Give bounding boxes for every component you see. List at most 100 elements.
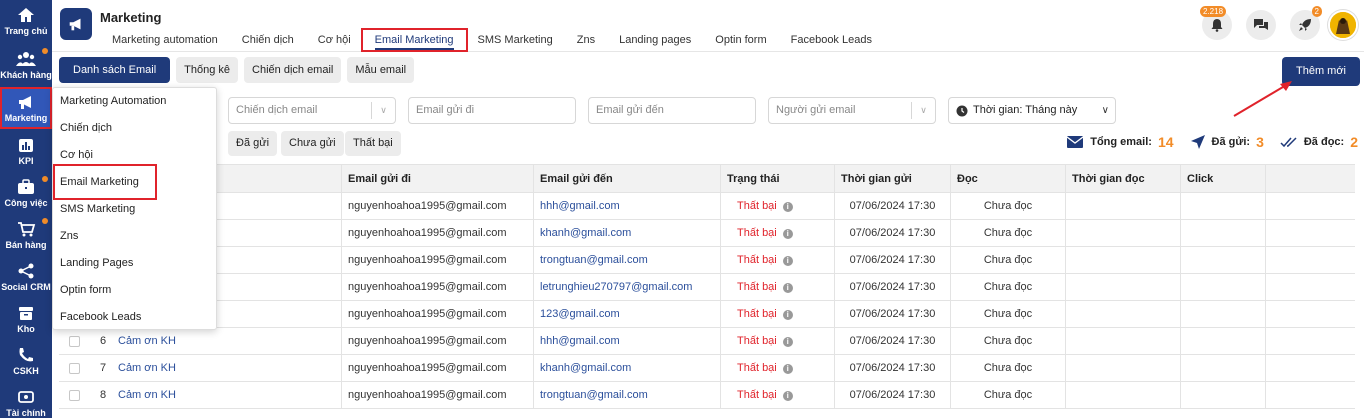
notification-dot [42, 176, 48, 182]
col-header-sent-time[interactable]: Thời gian gửi [835, 165, 951, 192]
sidebar-item-home[interactable]: Trang chủ [0, 0, 52, 46]
chat-button[interactable] [1246, 10, 1276, 40]
tab-optin-form[interactable]: Optin form [703, 30, 778, 50]
filter-not-sent[interactable]: Chưa gửi [281, 131, 344, 156]
row-to-email[interactable]: hhh@gmail.com [534, 328, 721, 354]
tab-landing-pages[interactable]: Landing pages [607, 30, 703, 50]
row-status-text: Thất bại [737, 227, 777, 239]
info-icon[interactable]: i [782, 310, 793, 320]
row-to-email[interactable]: letrunghieu270797@gmail.com [534, 274, 721, 300]
info-icon[interactable]: i [782, 391, 793, 401]
table-row[interactable]: nguyenhoahoa1995@gmail.com trongtuan@gmai… [59, 247, 1355, 274]
info-icon[interactable]: i [782, 202, 793, 212]
tab-opportunities[interactable]: Cơ hội [306, 30, 363, 50]
table-row[interactable]: nguyenhoahoa1995@gmail.com khanh@gmail.co… [59, 220, 1355, 247]
menu-item-facebook-leads[interactable]: Facebook Leads [53, 304, 218, 331]
row-read-time [1066, 355, 1181, 381]
row-read-status: Chưa đọc [951, 193, 1066, 219]
info-icon[interactable]: i [782, 256, 793, 266]
row-checkbox[interactable] [69, 362, 80, 374]
sidebar-item-label: Công việc [4, 198, 48, 208]
tab-email-marketing[interactable]: Email Marketing [360, 28, 468, 52]
row-read-status: Chưa đọc [951, 301, 1066, 327]
subtab-statistics[interactable]: Thống kê [176, 57, 239, 83]
sidebar-item-kpi[interactable]: KPI [0, 130, 52, 176]
col-header-to[interactable]: Email gửi đến [534, 165, 721, 192]
row-campaign-name[interactable]: Cảm ơn KH [118, 389, 176, 401]
row-sent-time: 07/06/2024 17:30 [835, 382, 951, 408]
sent-email-label: Đã gửi: [1211, 136, 1251, 148]
menu-item-zns[interactable]: Zns [53, 223, 218, 250]
menu-item-sms-marketing[interactable]: SMS Marketing [53, 196, 218, 223]
tab-sms-marketing[interactable]: SMS Marketing [466, 30, 565, 50]
table-row[interactable]: 7 Cảm ơn KH nguyenhoahoa1995@gmail.com khan… [59, 355, 1355, 382]
info-icon[interactable]: i [782, 229, 793, 239]
sidebar-item-customer-care[interactable]: CSKH [0, 340, 52, 386]
row-to-email[interactable]: khanh@gmail.com [534, 355, 721, 381]
sidebar-item-tasks[interactable]: Công việc [0, 172, 52, 218]
col-header-click[interactable]: Click [1181, 165, 1266, 192]
sidebar-item-finance[interactable]: Tài chính [0, 382, 52, 418]
row-to-email[interactable]: 123@gmail.com [534, 301, 721, 327]
row-checkbox[interactable] [69, 389, 80, 401]
menu-item-opportunities[interactable]: Cơ hội [53, 142, 218, 169]
menu-item-campaigns[interactable]: Chiến dịch [53, 115, 218, 142]
info-icon[interactable]: i [782, 364, 793, 374]
table-row[interactable]: nguyenhoahoa1995@gmail.com hhh@gmail.com T… [59, 193, 1355, 220]
time-range-select[interactable]: Thời gian: Tháng này ∨ [948, 97, 1116, 124]
chevron-down-icon: ∨ [1101, 105, 1109, 116]
menu-item-marketing-automation[interactable]: Marketing Automation [53, 88, 218, 115]
table-row[interactable]: nguyenhoahoa1995@gmail.com letrunghieu270… [59, 274, 1355, 301]
info-icon[interactable]: i [782, 337, 793, 347]
sidebar-item-marketing[interactable]: Marketing [0, 87, 52, 129]
row-to-email[interactable]: trongtuan@gmail.com [534, 247, 721, 273]
subtab-email-templates[interactable]: Mẫu email [347, 57, 415, 83]
row-status-text: Thất bại [737, 308, 777, 320]
table-row[interactable]: nguyenhoahoa1995@gmail.com 123@gmail.com T… [59, 301, 1355, 328]
to-email-input[interactable]: Email gửi đến [588, 97, 756, 124]
row-campaign-name[interactable]: Cảm ơn KH [118, 362, 176, 374]
col-header-status[interactable]: Trạng thái [721, 165, 835, 192]
table-row[interactable]: 6 Cảm ơn KH nguyenhoahoa1995@gmail.com hhh@… [59, 328, 1355, 355]
quick-launch-button[interactable]: 2 [1290, 6, 1322, 40]
table-row[interactable]: 8 Cảm ơn KH nguyenhoahoa1995@gmail.com tron… [59, 382, 1355, 409]
sidebar-item-label: Khách hàng [0, 70, 52, 80]
row-checkbox[interactable] [69, 335, 80, 347]
row-to-email[interactable]: khanh@gmail.com [534, 220, 721, 246]
subtab-email-campaigns[interactable]: Chiến dịch email [244, 57, 342, 83]
row-from-email: nguyenhoahoa1995@gmail.com [342, 247, 534, 273]
row-index: 7 [99, 362, 107, 374]
page-title: Marketing [100, 10, 162, 25]
tab-zns[interactable]: Zns [565, 30, 607, 50]
col-header-read-time[interactable]: Thời gian đọc [1066, 165, 1181, 192]
col-header-read[interactable]: Đọc [951, 165, 1066, 192]
campaign-select[interactable]: Chiến dịch email ∨ [228, 97, 396, 124]
sender-select[interactable]: Người gửi email ∨ [768, 97, 936, 124]
rocket-badge: 2 [1311, 6, 1322, 17]
row-campaign-name[interactable]: Cảm ơn KH [118, 335, 176, 347]
from-email-input[interactable]: Email gửi đi [408, 97, 576, 124]
chevron-down-icon: ∨ [911, 102, 935, 119]
tab-campaigns[interactable]: Chiến dịch [230, 30, 306, 50]
sidebar-item-social-crm[interactable]: Social CRM [0, 256, 52, 302]
user-avatar[interactable] [1328, 10, 1358, 40]
notification-dot [42, 48, 48, 54]
filter-failed[interactable]: Thất bại [345, 131, 401, 156]
tab-facebook-leads[interactable]: Facebook Leads [779, 30, 884, 50]
tab-marketing-automation[interactable]: Marketing automation [100, 30, 230, 50]
sidebar-item-label: CSKH [13, 366, 39, 376]
row-to-email[interactable]: trongtuan@gmail.com [534, 382, 721, 408]
subtab-email-list[interactable]: Danh sách Email [59, 57, 171, 83]
menu-item-email-marketing[interactable]: Email Marketing [53, 164, 157, 200]
notifications-button[interactable]: 2.218 [1200, 6, 1232, 40]
menu-item-landing-pages[interactable]: Landing Pages [53, 250, 218, 277]
menu-item-optin-form[interactable]: Optin form [53, 277, 218, 304]
filter-sent[interactable]: Đã gửi [228, 131, 278, 156]
info-icon[interactable]: i [782, 283, 793, 293]
sidebar-item-warehouse[interactable]: Kho [0, 298, 52, 344]
sidebar-item-sales[interactable]: Bán hàng [0, 214, 52, 260]
campaign-select-placeholder: Chiến dịch email [236, 104, 318, 116]
row-to-email[interactable]: hhh@gmail.com [534, 193, 721, 219]
col-header-from[interactable]: Email gửi đi [342, 165, 534, 192]
sidebar-item-customers[interactable]: Khách hàng [0, 44, 52, 90]
